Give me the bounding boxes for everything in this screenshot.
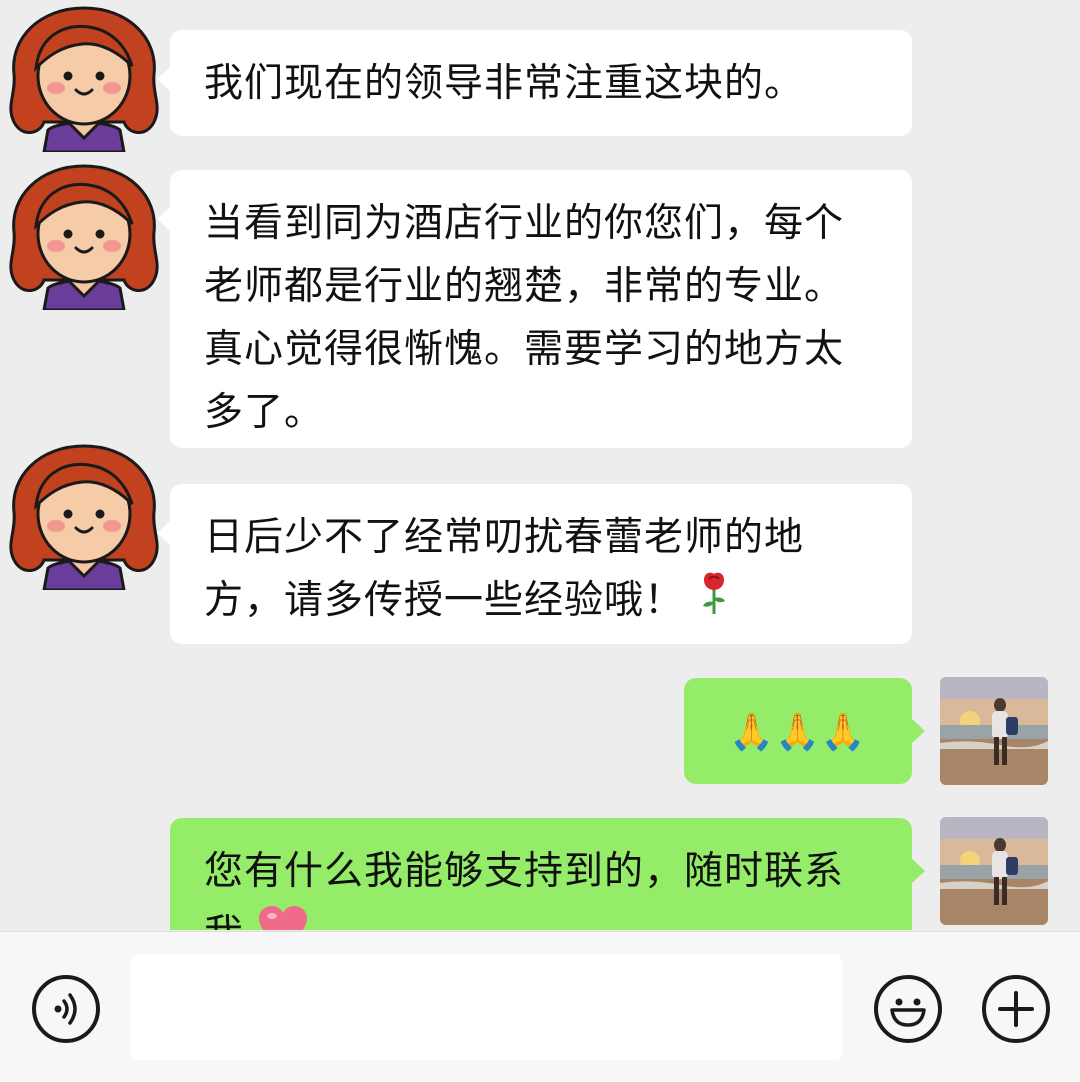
cartoon-girl-avatar-icon [0, 160, 168, 310]
emoji-button[interactable] [874, 975, 942, 1043]
contact-avatar[interactable] [0, 440, 168, 590]
voice-icon [54, 993, 77, 1025]
cartoon-girl-avatar-icon [0, 440, 168, 590]
message-bubble-self[interactable]: 🙏🙏🙏 [684, 678, 925, 784]
chat-area[interactable]: 我们现在的领导非常注重这块的。 当看到同为酒店行业的你您们，每个老师都是行业的翘… [0, 0, 1080, 930]
message-bubble[interactable]: 我们现在的领导非常注重这块的。 [157, 30, 912, 136]
self-avatar[interactable] [940, 677, 1048, 785]
more-button[interactable] [982, 975, 1050, 1043]
message-input[interactable] [130, 954, 842, 1060]
contact-avatar[interactable] [0, 160, 168, 310]
message-bubble[interactable]: 当看到同为酒店行业的你您们，每个老师都是行业的翘楚，非常的专业。真心觉得很惭愧。… [157, 170, 912, 448]
smiley-icon [890, 998, 926, 1027]
message-bubble[interactable]: 日后少不了经常叨扰春蕾老师的地方，请多传授一些经验哦！ [157, 484, 912, 644]
input-bar [0, 931, 1080, 1082]
plus-icon [998, 991, 1034, 1027]
beach-photo-avatar-icon [940, 677, 1048, 785]
heart-emoji [257, 904, 309, 930]
message-text: 我们现在的领导非常注重这块的。 [204, 61, 805, 106]
self-avatar[interactable] [940, 817, 1048, 925]
folded-hands-emoji: 🙏🙏🙏 [729, 712, 867, 753]
contact-avatar[interactable] [0, 2, 168, 152]
beach-photo-avatar-icon [940, 817, 1048, 925]
voice-button[interactable] [32, 975, 100, 1043]
message-bubble-self[interactable]: 您有什么我能够支持到的，随时联系我 [170, 818, 925, 930]
message-text: 当看到同为酒店行业的你您们，每个老师都是行业的翘楚，非常的专业。真心觉得很惭愧。… [204, 201, 845, 435]
cartoon-girl-avatar-icon [0, 2, 168, 152]
rose-emoji [697, 570, 731, 635]
